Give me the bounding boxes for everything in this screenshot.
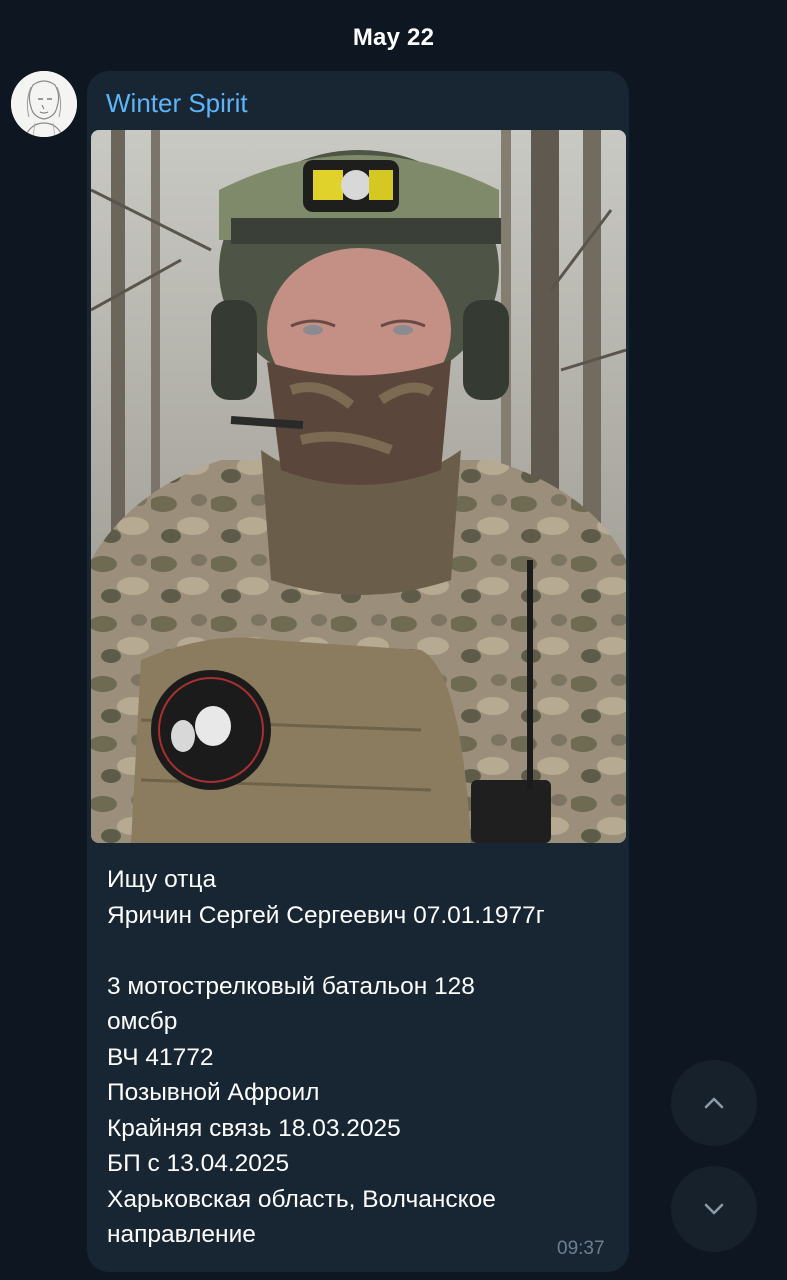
message-line: направление (107, 1221, 256, 1248)
message-photo[interactable] (91, 130, 626, 843)
sender-avatar[interactable] (11, 71, 77, 137)
message-line: 3 мотострелковый батальон 128 (107, 972, 475, 1000)
message-line (107, 933, 607, 969)
chevron-down-icon (704, 1203, 724, 1215)
message-line: Позывной Афроил (107, 1079, 320, 1106)
scroll-up-button[interactable] (671, 1060, 757, 1146)
message-line: Крайняя связь 18.03.2025 (107, 1114, 401, 1142)
sender-name[interactable]: Winter Spirit (106, 88, 248, 119)
message-line: ВЧ 41772 (107, 1043, 214, 1071)
message-line: БП с 13.04.2025 (107, 1150, 290, 1177)
message-line: омсбр (107, 1008, 178, 1035)
avatar-sketch-icon (11, 71, 77, 137)
message-line: Яричин Сергей Сергеевич 07.01.1977г (107, 901, 545, 929)
chevron-up-icon (704, 1097, 724, 1109)
message-line: Ищу отца (107, 866, 217, 893)
date-separator: May 22 (352, 24, 435, 51)
message-text: Ищу отца Яричин Сергей Сергеевич 07.01.1… (107, 862, 607, 1253)
chat-screen: May 22 Winter Spirit Ищу отца Яричин Сер… (0, 0, 787, 1280)
message-time: 09:37 (557, 1238, 605, 1259)
message-line: Харьковская область, Волчанское (107, 1185, 496, 1213)
selfie-photo (91, 130, 626, 843)
scroll-down-button[interactable] (671, 1166, 757, 1252)
